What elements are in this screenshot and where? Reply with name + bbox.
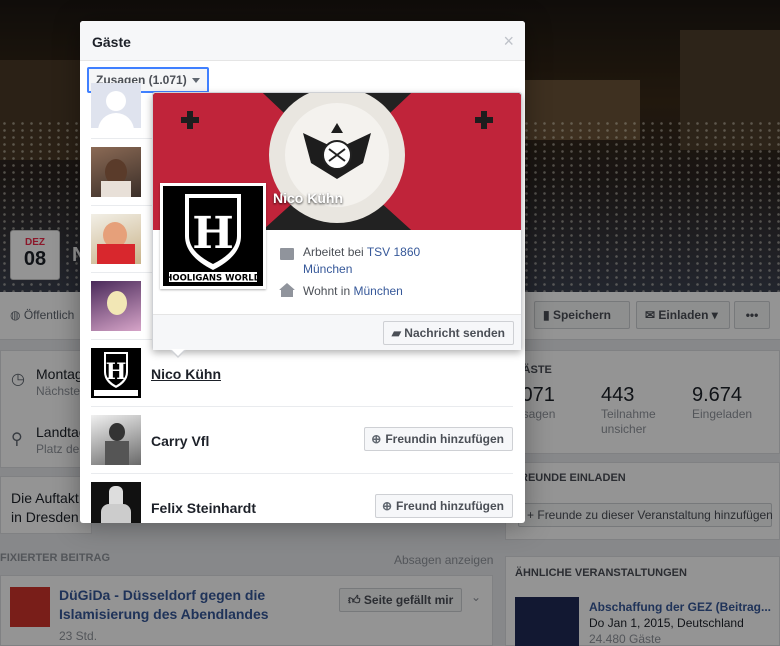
avatar: [91, 147, 141, 197]
hooligans-world-logo-icon: H HOOLIGANS WORLD: [163, 186, 263, 286]
svg-text:H: H: [192, 208, 234, 259]
home-link[interactable]: München: [353, 284, 402, 298]
list-item[interactable]: H Nico Kühn: [91, 340, 513, 407]
avatar: [91, 281, 141, 331]
svg-text:H: H: [106, 359, 127, 385]
briefcase-icon: [280, 248, 294, 260]
list-item[interactable]: Felix Steinhardt ⊕ Freund hinzufügen: [91, 474, 513, 523]
hovercard-profile-picture[interactable]: H HOOLIGANS WORLD: [160, 183, 266, 289]
dialog-header: Gäste ×: [80, 21, 525, 61]
hovercard-home: Wohnt in München: [303, 284, 403, 298]
dialog-title: Gäste: [92, 34, 131, 50]
home-icon: [279, 283, 295, 290]
hooligans-world-logo-icon: H: [94, 352, 138, 396]
list-item[interactable]: Carry Vfl ⊕ Freundin hinzufügen: [91, 407, 513, 474]
add-friend-icon: ⊕: [371, 432, 382, 446]
profile-hovercard: Nico Kühn H HOOLIGANS WORLD Arbeitet bei…: [152, 92, 522, 358]
close-icon[interactable]: ×: [503, 31, 514, 52]
hovercard-name[interactable]: Nico Kühn: [273, 190, 343, 206]
send-message-button[interactable]: ▰ Nachricht senden: [382, 321, 514, 345]
message-icon: ▰: [391, 326, 401, 340]
avatar: [91, 415, 141, 465]
avatar: H: [91, 348, 141, 398]
svg-text:HOOLIGANS WORLD: HOOLIGANS WORLD: [165, 274, 261, 284]
avatar: [91, 83, 141, 128]
add-friend-button[interactable]: ⊕ Freund hinzufügen: [374, 494, 513, 518]
hovercard-footer: ▰ Nachricht senden: [153, 314, 521, 350]
avatar: [91, 482, 141, 523]
avatar: [91, 214, 141, 264]
hovercard-pointer: [170, 349, 186, 358]
work-link[interactable]: TSV 1860: [367, 245, 420, 259]
add-friend-icon: ⊕: [381, 499, 393, 513]
work-link-city[interactable]: München: [303, 262, 352, 276]
add-friend-button[interactable]: ⊕ Freundin hinzufügen: [364, 427, 513, 451]
hovercard-work: Arbeitet bei TSV 1860 München: [303, 245, 421, 276]
